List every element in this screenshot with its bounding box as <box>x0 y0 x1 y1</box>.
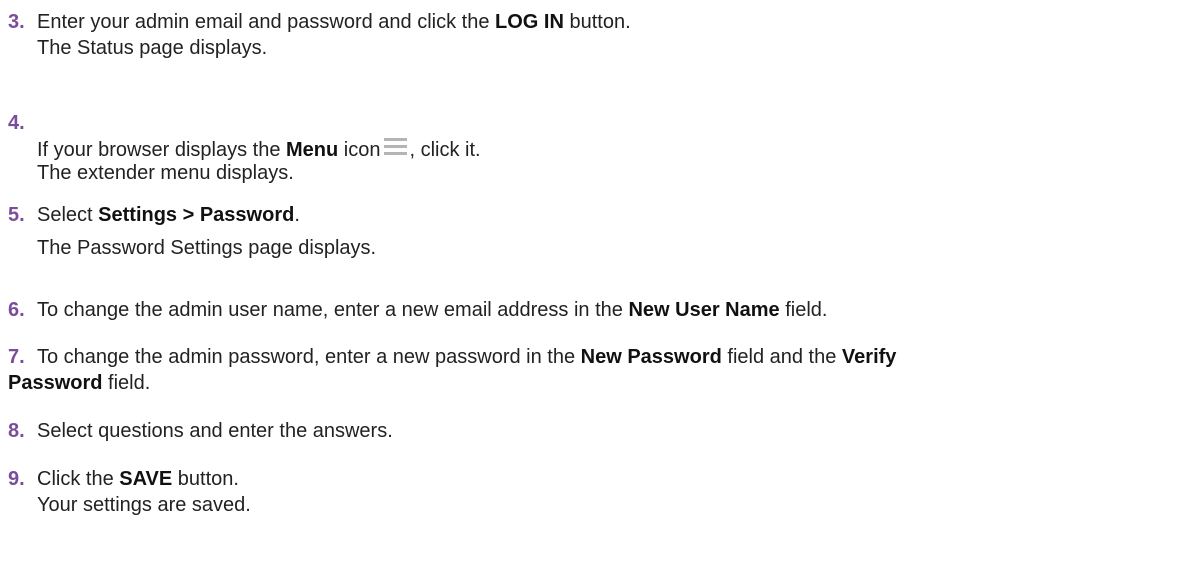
text-run: icon <box>338 139 381 161</box>
step-line: Click the SAVE button. <box>37 466 1204 492</box>
step-line: Select Settings > Password. <box>37 202 1204 228</box>
step-line: Select questions and enter the answers. <box>37 420 393 442</box>
text-run: button. <box>563 11 631 33</box>
step-text: Select questions and enter the answers. <box>37 418 1204 444</box>
step-number: 7. <box>8 346 25 368</box>
step-result: The extender menu displays. <box>37 162 294 184</box>
text-run: To change the admin password, enter a ne… <box>37 346 581 368</box>
step-number: 4. <box>8 112 25 134</box>
ui-term-save: SAVE <box>119 468 173 490</box>
step-number: 5. <box>8 204 25 226</box>
ui-term-menu: Menu <box>286 139 339 161</box>
step-text: To change the admin user name, enter a n… <box>37 297 1204 323</box>
text-run: Select <box>37 204 99 226</box>
ui-term-new-password: New Password <box>580 346 722 368</box>
text-run: field and the <box>721 346 842 368</box>
text-run: field. <box>102 372 151 394</box>
step-result: The Password Settings page displays. <box>37 237 377 259</box>
step-line: Password field. <box>8 370 1204 396</box>
step-number: 8. <box>8 420 25 442</box>
step-text-wrap: Password field. <box>8 370 1204 396</box>
ui-term-verify: Verify <box>841 346 897 368</box>
step-number: 6. <box>8 299 25 321</box>
step-text: Enter your admin email and password and … <box>37 9 1204 61</box>
text-run: , click it. <box>409 139 481 161</box>
text-run: button. <box>172 468 239 490</box>
step-result: The Status page displays. <box>37 37 268 59</box>
step-number: 3. <box>8 11 25 33</box>
step-text: To change the admin password, enter a ne… <box>37 344 1204 370</box>
step-text: Select Settings > Password. The Password… <box>37 202 1204 261</box>
text-run: Click the <box>37 468 120 490</box>
ui-term-new-user-name: New User Name <box>628 299 780 321</box>
step-text: If your browser displays the Menu icon , … <box>37 134 1204 186</box>
step-line: Enter your admin email and password and … <box>37 9 1204 35</box>
text-run: field. <box>779 299 828 321</box>
ui-term-settings-password: Settings > Password <box>98 204 295 226</box>
text-run: Enter your admin email and password and … <box>37 11 496 33</box>
text-run: If your browser displays the <box>37 139 286 161</box>
step-line: To change the admin password, enter a ne… <box>37 344 1204 370</box>
menu-icon <box>384 136 408 158</box>
step-text: Click the SAVE button. Your settings are… <box>37 466 1204 518</box>
step-line: If your browser displays the Menu icon , … <box>37 134 1204 161</box>
step-number: 9. <box>8 468 25 490</box>
text-run: To change the admin user name, enter a n… <box>37 299 629 321</box>
text-run: . <box>294 204 300 226</box>
step-line: To change the admin user name, enter a n… <box>37 297 1204 323</box>
step-result: Your settings are saved. <box>37 494 251 516</box>
ui-term-log-in: LOG IN <box>495 11 564 33</box>
ui-term-password: Password <box>8 372 103 394</box>
